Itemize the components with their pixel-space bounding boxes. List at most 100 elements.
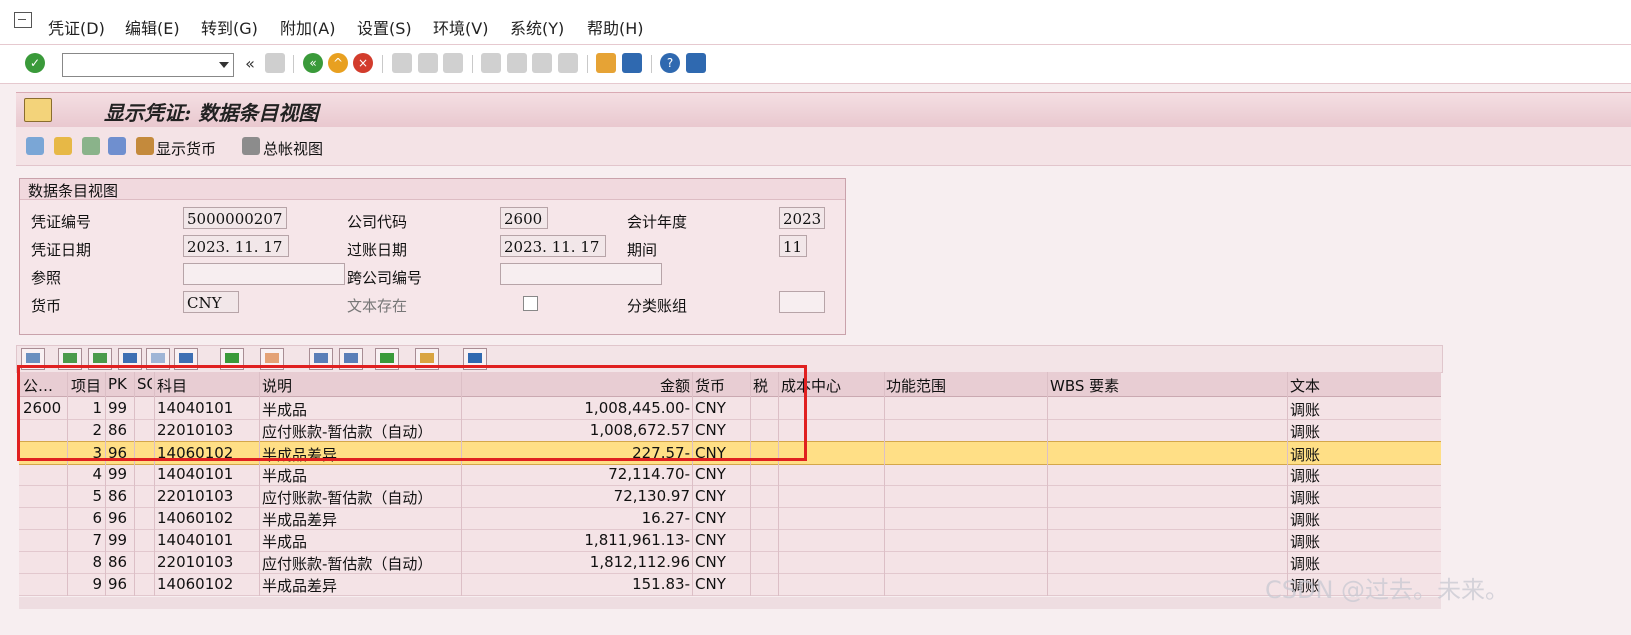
cell-text: 调账 [1290, 423, 1321, 441]
print-icon[interactable] [392, 53, 412, 73]
menu-edit[interactable]: 编辑(E) [125, 15, 180, 39]
document-date-label: 凭证日期 [31, 241, 92, 259]
previous-page-icon[interactable] [507, 53, 527, 73]
menu-goto[interactable]: 转到(G) [201, 15, 258, 39]
cell-text: 调账 [1290, 533, 1321, 551]
command-input[interactable] [63, 54, 211, 74]
last-page-icon[interactable] [558, 53, 578, 73]
next-page-icon[interactable] [532, 53, 552, 73]
table-row[interactable]: 7 99 14040101 半成品 1,811,961.13- CNY 调账 [19, 529, 1441, 552]
company-code-field: 2600 [500, 207, 548, 229]
display-change-icon[interactable] [26, 137, 44, 155]
posting-date-label: 过账日期 [347, 241, 408, 259]
document-number-label: 凭证编号 [31, 213, 92, 231]
cell-item: 6 [92, 509, 102, 527]
menu-help[interactable]: 帮助(H) [587, 15, 644, 39]
create-session-icon[interactable] [596, 53, 616, 73]
display-currency-button[interactable]: 显示货币 [156, 138, 216, 159]
cell-text: 调账 [1290, 511, 1321, 529]
cell-acct: 22010103 [157, 487, 234, 505]
cell-item: 8 [92, 553, 102, 571]
system-menu-icon[interactable] [14, 12, 32, 28]
toolbar-separator [587, 55, 588, 73]
cross-company-field [500, 263, 662, 285]
back-nav-icon[interactable]: « [240, 53, 260, 73]
save-icon[interactable] [265, 53, 285, 73]
cell-cur: CNY [695, 553, 726, 571]
exit-icon[interactable]: ^ [328, 53, 348, 73]
find-next-icon[interactable] [443, 53, 463, 73]
toolbar-separator [293, 55, 294, 73]
currency-field: CNY [183, 291, 239, 313]
transaction-icon [24, 98, 52, 122]
cell-cur: CNY [695, 487, 726, 505]
column-text[interactable]: 文本 [1290, 375, 1320, 396]
back-icon[interactable]: « [303, 53, 323, 73]
column-functional-area[interactable]: 功能范围 [886, 375, 946, 396]
cell-acct: 14060102 [157, 509, 234, 527]
cell-amount: 16.27- [641, 509, 690, 527]
table-row[interactable]: 5 86 22010103 应付账款-暂估款（自动） 72,130.97 CNY 调账 [19, 485, 1441, 508]
cell-text: 调账 [1290, 401, 1321, 419]
taxes-icon[interactable] [108, 137, 126, 155]
menu-system[interactable]: 系统(Y) [510, 15, 564, 39]
menu-environment[interactable]: 环境(V) [433, 15, 488, 39]
column-divider [884, 372, 885, 596]
cancel-icon[interactable]: × [353, 53, 373, 73]
ledger-view-icon[interactable] [242, 137, 260, 155]
cell-amount: 151.83- [632, 575, 690, 593]
cell-acct: 22010103 [157, 553, 234, 571]
period-label: 期间 [627, 241, 658, 259]
page-title: 显示凭证: 数据条目视图 [104, 101, 319, 125]
cell-text: 调账 [1290, 467, 1321, 485]
first-page-icon[interactable] [481, 53, 501, 73]
cell-pk: 99 [108, 531, 128, 549]
chevron-down-icon[interactable] [219, 62, 229, 68]
find-icon[interactable] [418, 53, 438, 73]
cell-amount: 1,812,112.96 [589, 553, 690, 571]
shortcut-icon[interactable] [622, 53, 642, 73]
cell-desc: 半成品差异 [262, 511, 338, 529]
toolbar-separator [382, 55, 383, 73]
period-field: 11 [779, 235, 807, 257]
help-icon[interactable]: ? [660, 53, 680, 73]
cell-desc: 半成品 [262, 533, 308, 551]
table-row[interactable]: 9 96 14060102 半成品差异 151.83- CNY 调账 [19, 573, 1441, 596]
cell-amount: 72,130.97 [613, 487, 690, 505]
grid-scrollbar[interactable] [19, 597, 1441, 609]
cell-item: 9 [92, 575, 102, 593]
command-field[interactable] [62, 53, 234, 77]
fiscal-year-label: 会计年度 [627, 213, 688, 231]
posting-date-field: 2023. 11. 17 [500, 235, 606, 257]
cell-pk: 86 [108, 553, 128, 571]
table-row[interactable]: 6 96 14060102 半成品差异 16.27- CNY 调账 [19, 507, 1441, 530]
table-row[interactable]: 4 99 14040101 半成品 72,114.70- CNY 调账 [19, 463, 1441, 486]
cell-pk: 86 [108, 487, 128, 505]
layout-icon[interactable] [686, 53, 706, 73]
reference-field [183, 263, 345, 285]
menu-document[interactable]: 凭证(D) [48, 15, 105, 39]
annotation-red-box [17, 365, 807, 461]
column-divider [1287, 372, 1288, 596]
menu-settings[interactable]: 设置(S) [357, 15, 412, 39]
column-wbs-element[interactable]: WBS 要素 [1050, 375, 1119, 396]
cell-text: 调账 [1290, 489, 1321, 507]
cell-amount: 1,811,961.13- [584, 531, 690, 549]
enter-icon[interactable]: ✓ [25, 53, 45, 73]
menu-extras[interactable]: 附加(A) [280, 15, 335, 39]
reference-label: 参照 [31, 269, 62, 287]
document-date-field: 2023. 11. 17 [183, 235, 289, 257]
cell-item: 5 [92, 487, 102, 505]
standard-toolbar: ✓ « « ^ × ? [0, 45, 1631, 84]
menu-bar: 凭证(D) 编辑(E) 转到(G) 附加(A) 设置(S) 环境(V) 系统(Y… [0, 0, 1631, 45]
cell-cur: CNY [695, 575, 726, 593]
cell-acct: 14040101 [157, 465, 234, 483]
overview-icon[interactable] [82, 137, 100, 155]
table-row[interactable]: 8 86 22010103 应付账款-暂估款（自动） 1,812,112.96 CNY 调账 [19, 551, 1441, 574]
cell-pk: 96 [108, 575, 128, 593]
currency-icon[interactable] [136, 137, 154, 155]
text-exists-label: 文本存在 [347, 297, 408, 315]
general-ledger-view-button[interactable]: 总帐视图 [263, 138, 323, 159]
cell-item: 7 [92, 531, 102, 549]
document-header-icon[interactable] [54, 137, 72, 155]
